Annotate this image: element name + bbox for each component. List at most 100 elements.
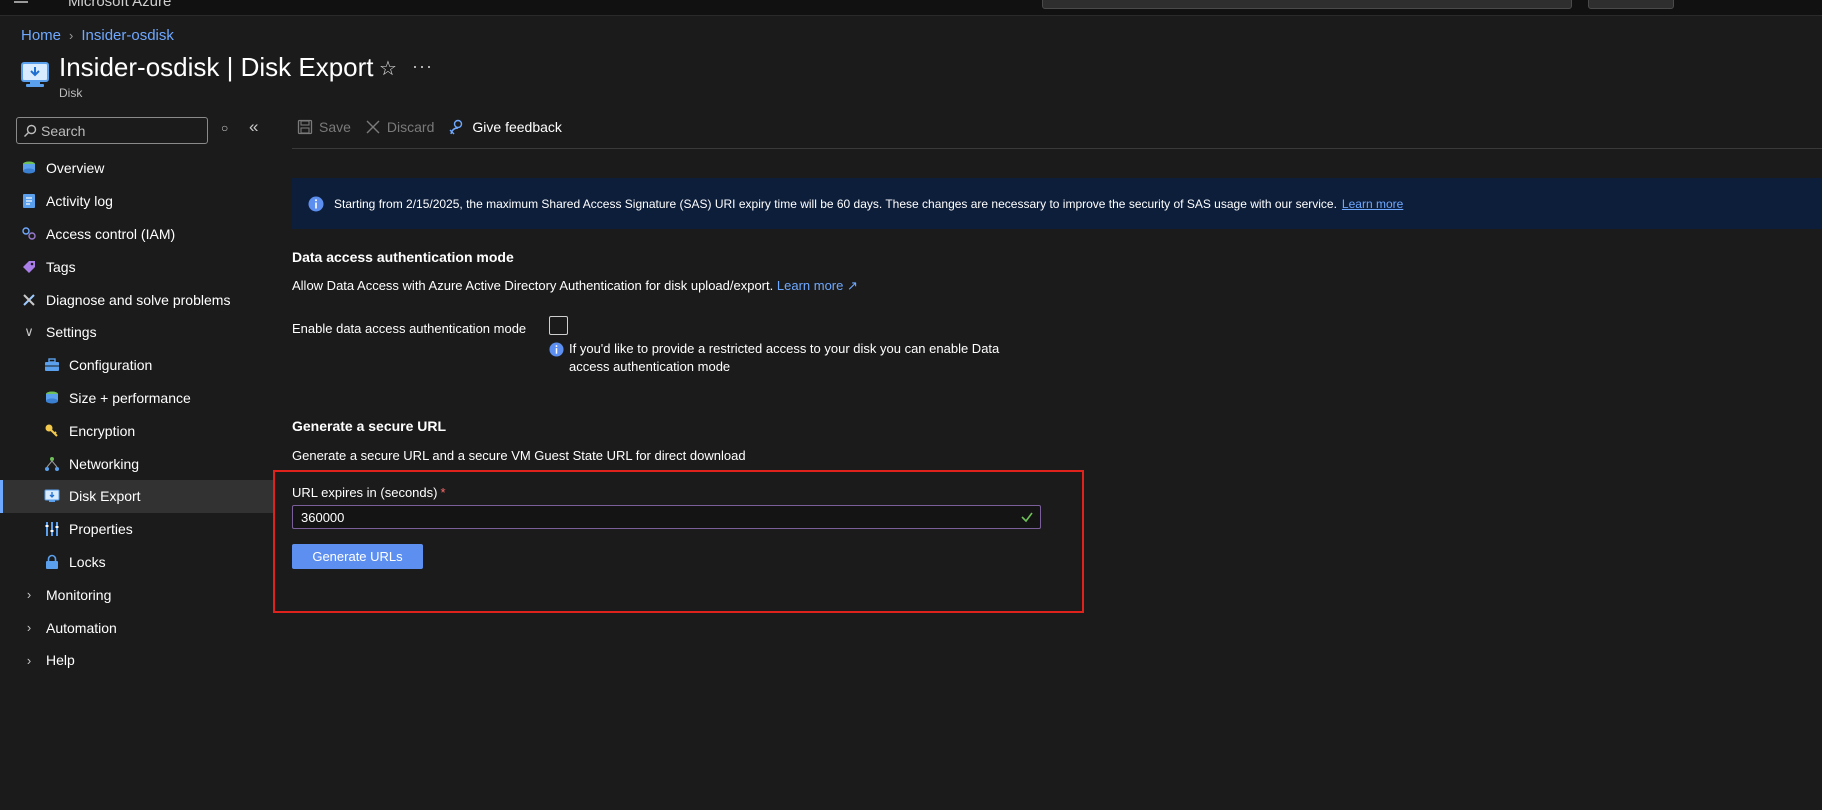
- more-options-icon[interactable]: ···: [412, 56, 433, 77]
- tag-icon: [23, 260, 35, 273]
- overview-icon: [23, 161, 35, 174]
- top-bar: Microsoft Azure: [0, 0, 1822, 16]
- auth-field-label: Enable data access authentication mode: [292, 321, 527, 336]
- url-section-desc: Generate a secure URL and a secure VM Gu…: [292, 448, 746, 463]
- sidebar-item-label: Configuration: [69, 357, 153, 374]
- network-icon: [45, 456, 59, 471]
- breadcrumb-resource-link[interactable]: Insider-osdisk: [81, 27, 174, 44]
- auth-section-desc: Allow Data Access with Azure Active Dire…: [292, 278, 858, 294]
- sidebar-group-help[interactable]: › Help: [0, 644, 275, 677]
- save-button[interactable]: Save: [297, 119, 351, 135]
- sidebar-search-input[interactable]: Search: [16, 117, 208, 144]
- save-icon: [297, 119, 313, 135]
- global-search-input[interactable]: [1042, 0, 1572, 9]
- page-subtitle: Disk: [59, 86, 83, 100]
- sidebar-search-placeholder: Search: [41, 122, 86, 139]
- auth-hint: If you'd like to provide a restricted ac…: [549, 340, 1019, 376]
- discard-label: Discard: [386, 119, 435, 135]
- sidebar-item-diagnose[interactable]: Diagnose and solve problems: [0, 283, 275, 316]
- sidebar-item-label: Properties: [69, 521, 133, 538]
- sidebar-item-properties[interactable]: Properties: [0, 513, 275, 546]
- sidebar-item-label: Overview: [46, 160, 105, 177]
- auth-section-title: Data access authentication mode: [292, 249, 514, 265]
- info-icon: [549, 342, 564, 357]
- generate-urls-button[interactable]: Generate URLs: [292, 544, 423, 569]
- sidebar-item-label: Tags: [46, 258, 76, 275]
- iam-icon: [22, 227, 36, 240]
- info-icon: [308, 196, 324, 211]
- sidebar-item-label: Monitoring: [46, 586, 112, 603]
- banner-learn-more-link[interactable]: Learn more: [1342, 197, 1403, 211]
- sidebar-item-activity-log[interactable]: Activity log: [0, 185, 275, 218]
- url-expiry-value: 360000: [301, 509, 345, 525]
- wrench-icon: [23, 293, 35, 306]
- sidebar-item-access-control[interactable]: Access control (IAM): [0, 218, 275, 251]
- sidebar-item-label: Diagnose and solve problems: [46, 291, 231, 308]
- disk-resource-icon: [21, 62, 49, 87]
- lock-icon: [46, 554, 58, 569]
- required-marker: *: [440, 485, 446, 500]
- search-icon: [24, 124, 37, 137]
- discard-button[interactable]: Discard: [365, 119, 434, 135]
- properties-icon: [45, 522, 59, 537]
- chevron-right-icon: ›: [69, 28, 74, 43]
- close-icon: [366, 120, 380, 134]
- sidebar-item-label: Settings: [46, 324, 97, 341]
- sidebar-item-disk-export[interactable]: Disk Export: [0, 479, 275, 513]
- sidebar-item-label: Networking: [69, 455, 140, 472]
- sidebar-item-label: Encryption: [69, 422, 136, 439]
- url-expiry-input[interactable]: 360000: [292, 505, 1041, 529]
- sidebar-item-overview[interactable]: Overview: [0, 152, 275, 185]
- brand-label[interactable]: Microsoft Azure: [68, 0, 171, 10]
- sidebar-item-label: Activity log: [46, 193, 113, 210]
- chevron-down-icon: ∨: [24, 324, 34, 340]
- checkmark-icon: [1021, 512, 1033, 523]
- key-icon: [45, 424, 58, 437]
- chevron-right-icon: ›: [26, 652, 32, 668]
- configuration-icon: [45, 358, 59, 372]
- give-feedback-button[interactable]: Give feedback: [448, 118, 562, 136]
- sidebar-group-settings[interactable]: ∨ Settings: [0, 316, 275, 349]
- toggle-icon[interactable]: ○: [221, 121, 228, 135]
- collapse-sidebar-icon[interactable]: «: [249, 117, 258, 137]
- external-link-icon: ↗: [846, 278, 858, 293]
- sidebar-nav: Overview Activity log Access control (IA…: [0, 152, 275, 677]
- chevron-right-icon: ›: [26, 620, 32, 636]
- activity-log-icon: [23, 194, 35, 209]
- auth-desc-text: Allow Data Access with Azure Active Dire…: [292, 278, 774, 293]
- auth-learn-more-link[interactable]: Learn more ↗: [777, 278, 858, 293]
- sidebar-item-tags[interactable]: Tags: [0, 250, 275, 283]
- auth-hint-text: If you'd like to provide a restricted ac…: [569, 341, 1000, 374]
- command-bar: Save Discard Give feedback: [297, 118, 562, 136]
- auth-mode-checkbox[interactable]: [549, 316, 568, 335]
- azure-portal-window: Microsoft Azure Home › Insider-osdisk In…: [0, 0, 1822, 810]
- url-expiry-label-text: URL expires in (seconds): [292, 485, 438, 500]
- auth-learn-more-label: Learn more: [776, 278, 844, 293]
- sidebar-item-label: Locks: [69, 553, 106, 570]
- give-feedback-label: Give feedback: [472, 119, 562, 135]
- chevron-right-icon: ›: [26, 587, 32, 603]
- url-expiry-label: URL expires in (seconds) *: [292, 485, 446, 500]
- save-label: Save: [319, 119, 351, 135]
- hamburger-menu-icon[interactable]: [14, 1, 28, 3]
- sidebar-item-configuration[interactable]: Configuration: [0, 349, 275, 382]
- sidebar-item-encryption[interactable]: Encryption: [0, 414, 275, 447]
- breadcrumb-home-link[interactable]: Home: [21, 27, 61, 44]
- toolbar-divider: [292, 148, 1822, 149]
- disk-export-icon: [44, 489, 60, 503]
- sidebar-item-size-performance[interactable]: Size + performance: [0, 382, 275, 415]
- url-section-title: Generate a secure URL: [292, 418, 447, 434]
- sas-info-banner: Starting from 2/15/2025, the maximum Sha…: [292, 178, 1822, 229]
- sidebar-item-label: Size + performance: [69, 389, 191, 406]
- sidebar-item-label: Disk Export: [69, 488, 141, 505]
- page-title: Insider-osdisk | Disk Export: [59, 52, 374, 82]
- sidebar-group-automation[interactable]: › Automation: [0, 611, 275, 644]
- sidebar-item-label: Automation: [46, 619, 117, 636]
- banner-text: Starting from 2/15/2025, the maximum Sha…: [334, 196, 1337, 211]
- sidebar-item-networking[interactable]: Networking: [0, 447, 275, 480]
- copilot-button[interactable]: [1588, 0, 1674, 9]
- favorite-star-icon[interactable]: ☆: [379, 56, 397, 81]
- sidebar-group-monitoring[interactable]: › Monitoring: [0, 578, 275, 611]
- feedback-icon: [449, 119, 463, 135]
- sidebar-item-locks[interactable]: Locks: [0, 546, 275, 579]
